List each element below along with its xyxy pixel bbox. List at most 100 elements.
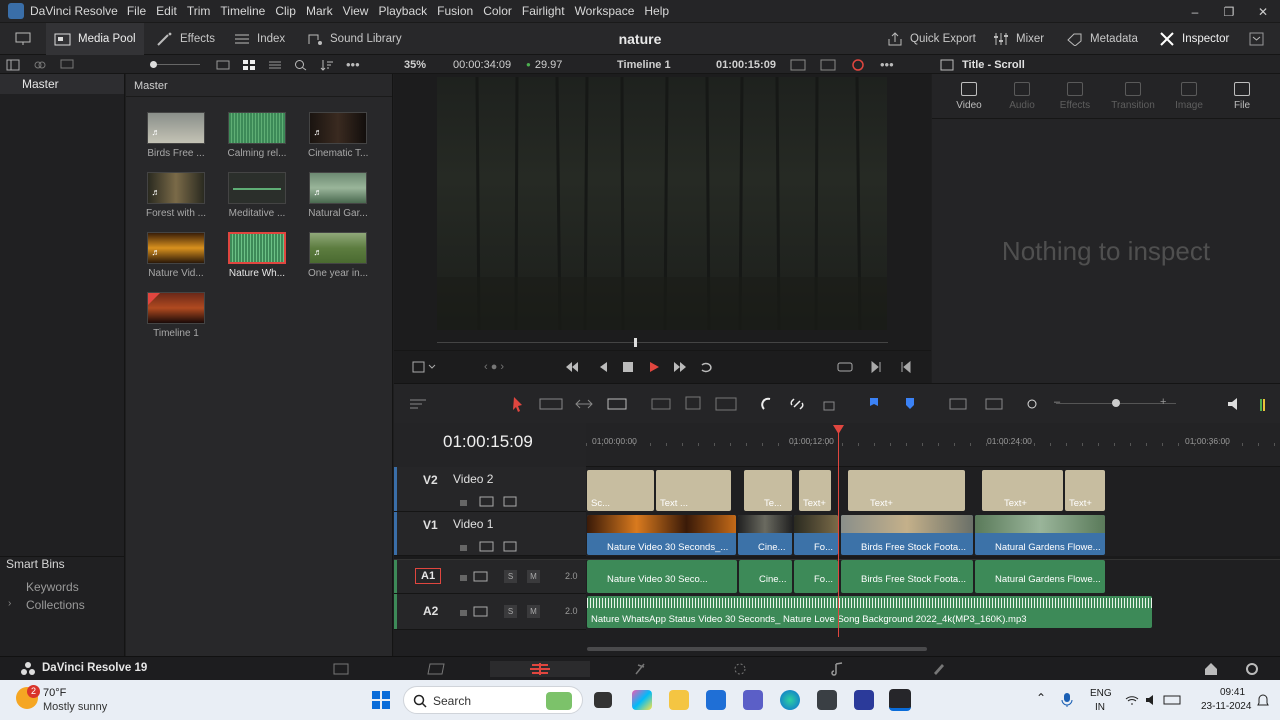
hq-icon[interactable] [820, 59, 836, 71]
timeline-audio-clip[interactable]: Nature Video 30 Seco... [587, 560, 737, 593]
menu-edit[interactable]: Edit [151, 4, 182, 18]
zoom-slider-handle[interactable] [1112, 399, 1120, 407]
workspace-switch-button[interactable] [14, 23, 32, 55]
detail-zoom-icon[interactable] [985, 398, 1003, 410]
media-clip[interactable]: ♬ Forest with ... [146, 172, 206, 219]
color-wheel-icon[interactable] [850, 58, 866, 71]
link-icon[interactable] [34, 59, 46, 71]
custom-zoom-icon[interactable] [1027, 399, 1037, 409]
menu-fairlight[interactable]: Fairlight [517, 4, 570, 18]
timeline-title-clip[interactable]: Sc... [587, 470, 654, 511]
comment-icon[interactable] [60, 59, 74, 71]
auto-select-icon[interactable] [479, 541, 494, 552]
scrubber-playhead[interactable] [634, 338, 637, 347]
media-clip[interactable]: Meditative ... [227, 172, 287, 219]
loop-icon[interactable] [701, 362, 712, 373]
inspector-tab-transition[interactable]: Transition [1107, 82, 1159, 111]
media-clip-selected[interactable]: Nature Wh... [227, 232, 287, 279]
timeline-title-clip[interactable]: Text ... [656, 470, 731, 511]
menu-playback[interactable]: Playback [373, 4, 432, 18]
copilot-icon[interactable] [632, 690, 652, 710]
timeline-title-clip[interactable]: Text+ [1065, 470, 1105, 511]
stop-icon[interactable] [623, 362, 633, 372]
auto-select-icon[interactable] [479, 496, 494, 507]
timeline-audio-clip[interactable]: Natural Gardens Flowe... [975, 560, 1105, 593]
scrubber-track[interactable] [437, 342, 888, 343]
next-frame-icon[interactable] [871, 360, 881, 374]
battery-icon[interactable] [1163, 695, 1181, 705]
full-extent-zoom-icon[interactable] [949, 398, 967, 410]
prev-edit-icon[interactable] [901, 360, 911, 374]
sound-library-button[interactable]: Sound Library [306, 23, 402, 55]
viewer-zoom[interactable]: 35% [404, 55, 426, 74]
media-page-icon[interactable] [333, 663, 349, 675]
timeline-audio-clip[interactable]: Cine... [739, 560, 792, 593]
menu-mark[interactable]: Mark [301, 4, 338, 18]
timeline-title-clip[interactable]: Text+ [982, 470, 1063, 511]
timeline-playhead[interactable] [838, 430, 839, 637]
close-button[interactable]: ✕ [1246, 0, 1280, 23]
timeline-scrollbar[interactable] [587, 647, 927, 651]
inspector-button[interactable]: Inspector [1158, 23, 1229, 55]
lock-icon[interactable] [460, 545, 467, 551]
index-button[interactable]: Index [233, 23, 285, 55]
media-clip[interactable]: ♬ Birds Free ... [146, 112, 206, 159]
lock-icon[interactable] [460, 575, 467, 581]
sidebar-toggle-icon[interactable] [6, 59, 20, 71]
bin-master[interactable]: Master [0, 74, 124, 94]
zoom-out-icon[interactable]: – [1054, 396, 1060, 408]
inspector-tab-audio[interactable]: Audio [997, 82, 1047, 111]
mixer-button[interactable]: Mixer [992, 23, 1044, 55]
media-clip[interactable]: ♬ One year in... [308, 232, 368, 279]
disable-track-icon[interactable] [503, 541, 517, 552]
smart-bin-collections[interactable]: Collections [26, 598, 85, 612]
microsoft-store-icon[interactable] [706, 690, 726, 710]
auto-select-icon[interactable] [473, 571, 488, 582]
timeline-audio-clip[interactable]: Fo... [794, 560, 838, 593]
timeline-ruler[interactable]: 01:00:00:00 01:00:12:00 01:00:24:00 01:0… [586, 423, 1280, 467]
linked-selection-icon[interactable] [790, 398, 804, 410]
timeline-selector[interactable]: Timeline 1 [617, 55, 671, 74]
zoom-in-icon[interactable]: + [1160, 396, 1166, 408]
timeline-video-clip[interactable]: Fo... [794, 515, 838, 555]
cut-page-icon[interactable] [427, 663, 445, 675]
media-clip[interactable]: ♬ Nature Vid... [146, 232, 206, 279]
overwrite-clip-icon[interactable] [685, 396, 701, 410]
smart-bin-keywords[interactable]: Keywords [26, 580, 79, 594]
timeline-audio-clip[interactable]: Nature WhatsApp Status Video 30 Seconds_… [587, 596, 1152, 628]
teams-icon[interactable] [743, 690, 763, 710]
track-header-v2[interactable]: V2 Video 2 [394, 467, 586, 512]
minimize-button[interactable]: – [1178, 0, 1212, 23]
timeline-title-clip[interactable]: Te... [744, 470, 792, 511]
menu-workspace[interactable]: Workspace [570, 4, 640, 18]
settings-gear-icon[interactable] [1246, 663, 1258, 675]
position-lock-icon[interactable] [823, 401, 835, 411]
menu-fusion[interactable]: Fusion [432, 4, 478, 18]
menu-timeline[interactable]: Timeline [215, 4, 270, 18]
affinity-icon[interactable] [854, 690, 874, 710]
track-header-v1[interactable]: V1 Video 1 [394, 512, 586, 556]
quick-export-button[interactable]: Quick Export [886, 23, 976, 55]
wifi-icon[interactable] [1125, 696, 1139, 705]
notification-bell-icon[interactable] [1256, 692, 1270, 708]
timeline-video-clip[interactable]: Nature Video 30 Seconds_... [587, 515, 736, 555]
dynamic-trim-icon[interactable] [575, 399, 593, 409]
flag-icon[interactable] [870, 398, 878, 406]
snapping-icon[interactable] [761, 397, 771, 410]
list-view-icon[interactable] [268, 59, 282, 71]
safe-area-icon[interactable] [790, 59, 806, 71]
menu-view[interactable]: View [338, 4, 374, 18]
inspector-tab-effects[interactable]: Effects [1050, 82, 1100, 111]
sort-icon[interactable] [320, 59, 334, 71]
menu-file[interactable]: File [122, 4, 151, 18]
track-header-a2[interactable]: A2 S M 2.0 [394, 594, 586, 630]
menu-clip[interactable]: Clip [270, 4, 301, 18]
inspector-tab-image[interactable]: Image [1164, 82, 1214, 111]
menu-color[interactable]: Color [478, 4, 517, 18]
edge-browser-icon[interactable] [780, 690, 800, 710]
maximize-button[interactable]: ❐ [1212, 0, 1246, 23]
inspector-tab-video[interactable]: Video [944, 82, 994, 111]
play-reverse-icon[interactable] [600, 362, 607, 372]
davinci-resolve-taskbar-icon[interactable] [889, 689, 911, 711]
metadata-button[interactable]: Metadata [1066, 23, 1138, 55]
